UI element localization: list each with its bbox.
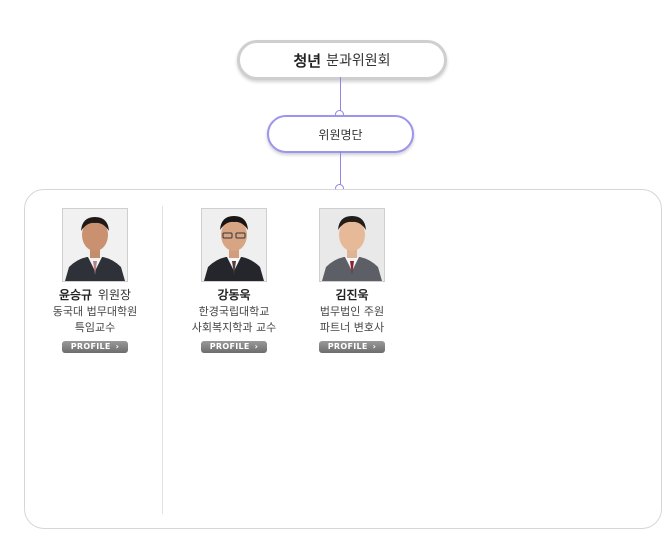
chair-divider: [162, 206, 163, 514]
committee-title-rest: 분과위원회: [326, 53, 391, 69]
profile-button[interactable]: PROFILE ›: [201, 340, 267, 353]
profile-button[interactable]: PROFILE ›: [319, 340, 385, 353]
member-affiliation: 법무법인 주원: [319, 305, 385, 318]
profile-button-label: PROFILE: [209, 342, 250, 351]
committee-title-bold: 청년: [293, 51, 322, 70]
member-photo: [201, 208, 267, 282]
member-name: 김진욱: [335, 288, 369, 302]
member-card: 김진욱 법무법인 주원 파트너 변호사 PROFILE ›: [297, 208, 407, 353]
chevron-right-icon: ›: [372, 342, 377, 351]
member-position: 특임교수: [74, 321, 116, 334]
member-card: 윤승규 위원장 동국대 법무대학원 특임교수 PROFILE ›: [40, 208, 150, 353]
profile-button-label: PROFILE: [70, 342, 111, 351]
member-name: 강동욱: [217, 288, 251, 302]
member-rank: 위원장: [97, 288, 132, 302]
chevron-right-icon: ›: [115, 342, 120, 351]
member-name-line: 강동욱: [179, 288, 289, 302]
member-position: 파트너 변호사: [319, 321, 385, 334]
member-photo: [319, 208, 385, 282]
member-position: 사회복지학과 교수: [191, 321, 277, 334]
member-affiliation: 동국대 법무대학원: [52, 305, 138, 318]
member-list-node: 위원명단: [267, 115, 414, 153]
member-name: 윤승규: [58, 288, 93, 302]
chevron-right-icon: ›: [254, 342, 259, 351]
member-affiliation: 한경국립대학교: [198, 305, 270, 318]
committee-title-node: 청년 분과위원회: [237, 40, 447, 80]
member-list-label: 위원명단: [318, 127, 363, 142]
org-chart: 청년 분과위원회 위원명단 윤승규 위원장 동국대 법무대학원 특임교수 PRO…: [0, 0, 670, 548]
member-photo: [62, 208, 128, 282]
member-name-line: 김진욱: [297, 288, 407, 302]
member-card: 강동욱 한경국립대학교 사회복지학과 교수 PROFILE ›: [179, 208, 289, 353]
profile-button[interactable]: PROFILE ›: [62, 340, 128, 353]
profile-button-label: PROFILE: [327, 342, 368, 351]
connector-line: [340, 151, 341, 185]
member-name-line: 윤승규 위원장: [40, 288, 150, 302]
